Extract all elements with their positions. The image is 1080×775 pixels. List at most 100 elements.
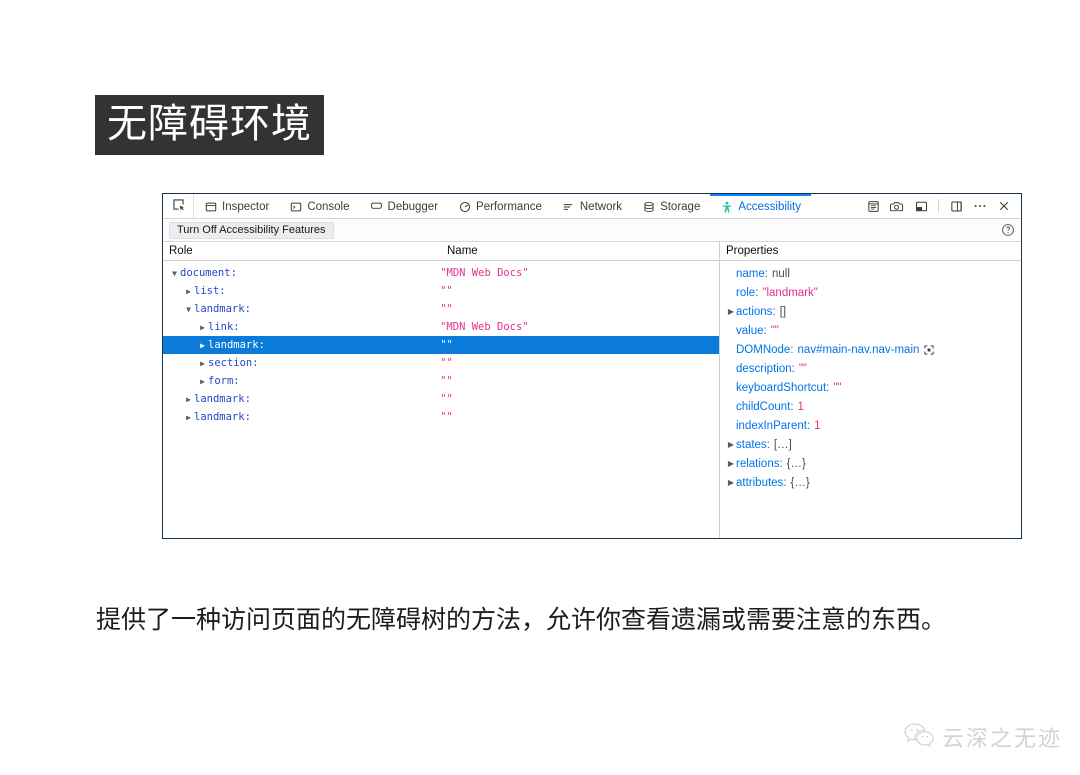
column-headers: Role Name Properties (163, 242, 1021, 261)
property-colon: : (790, 343, 794, 356)
watermark-text: 云深之无迹 (941, 726, 1062, 751)
tree-row[interactable]: ▶ landmark: "" (163, 336, 719, 354)
chevron-right-icon[interactable]: ▶ (726, 440, 736, 449)
property-colon: : (763, 324, 767, 337)
chevron-right-icon[interactable]: ▶ (183, 413, 194, 422)
column-header-name[interactable]: Name (440, 242, 719, 260)
property-key: childCount (736, 400, 791, 413)
chevron-right-icon[interactable]: ▶ (726, 459, 736, 468)
tab-debugger-label: Debugger (387, 201, 439, 213)
column-header-role[interactable]: Role (163, 242, 440, 260)
tree-row-role: landmark: (194, 393, 251, 405)
tree-row[interactable]: ▼ document: "MDN Web Docs" (163, 264, 719, 282)
property-colon: : (779, 457, 783, 470)
chevron-right-icon[interactable]: ▶ (197, 323, 208, 332)
toolbar-divider (938, 199, 939, 213)
property-colon: : (766, 438, 770, 451)
tab-storage[interactable]: Storage (632, 194, 710, 218)
tree-row[interactable]: ▶ landmark: "" (163, 408, 719, 426)
tab-performance[interactable]: Performance (448, 194, 552, 218)
property-colon: : (764, 267, 768, 280)
turn-off-accessibility-features-button[interactable]: Turn Off Accessibility Features (169, 221, 334, 239)
property-row[interactable]: DOMNode: nav#main-nav.nav-main (720, 340, 1021, 359)
properties-list[interactable]: name: null role: "landmark" ▶ actions:[] value… (720, 261, 1021, 538)
chevron-right-icon[interactable]: ▶ (726, 307, 736, 316)
tree-row-role: document: (180, 267, 237, 279)
camera-screenshot-icon[interactable] (886, 195, 908, 217)
property-value: 1 (797, 400, 804, 413)
property-key: relations (736, 457, 780, 470)
property-colon: : (806, 419, 811, 432)
property-row[interactable]: ▶ states: […] (720, 435, 1021, 454)
tab-network[interactable]: Network (552, 194, 632, 218)
tab-accessibility[interactable]: Accessibility (710, 194, 811, 218)
property-value: "" (770, 324, 779, 337)
property-value: null (771, 267, 790, 280)
tree-row-role: link: (208, 321, 240, 333)
node-target-icon[interactable] (924, 344, 935, 355)
tree-row[interactable]: ▶ list: "" (163, 282, 719, 300)
tab-console-label: Console (307, 201, 350, 213)
tree-row-name: "MDN Web Docs" (440, 267, 529, 279)
accessibility-icon (720, 201, 733, 214)
chevron-right-icon[interactable]: ▶ (197, 341, 208, 350)
chevron-right-icon[interactable]: ▶ (183, 395, 194, 404)
property-key: indexInParent (736, 419, 807, 432)
property-colon: : (755, 286, 759, 299)
tree-row-name: "" (440, 393, 453, 405)
tree-row[interactable]: ▶ section: "" (163, 354, 719, 372)
tree-row-name: "" (440, 285, 453, 297)
dock-panel-icon[interactable] (945, 195, 967, 217)
property-row[interactable]: role: "landmark" (720, 283, 1021, 302)
tab-debugger[interactable]: Debugger (360, 194, 449, 218)
accessibility-tree[interactable]: ▼ document: "MDN Web Docs" ▶ list: "" ▼ landmar… (163, 261, 720, 538)
accessibility-subtoolbar: Turn Off Accessibility Features (163, 219, 1021, 242)
tab-inspector[interactable]: Inspector (194, 194, 279, 218)
debugger-icon (370, 201, 383, 214)
tree-row[interactable]: ▶ link: "MDN Web Docs" (163, 318, 719, 336)
chevron-right-icon[interactable]: ▶ (197, 359, 208, 368)
property-value: "" (798, 362, 807, 375)
property-row[interactable]: ▶ attributes: {…} (720, 473, 1021, 492)
close-icon[interactable] (993, 195, 1015, 217)
tree-row-role: section: (208, 357, 259, 369)
tree-row-role: list: (194, 285, 226, 297)
property-key: name (736, 267, 765, 280)
property-row[interactable]: value: "" (720, 321, 1021, 340)
tab-console[interactable]: Console (279, 194, 359, 218)
property-colon: : (791, 362, 795, 375)
split-console-icon[interactable] (910, 195, 932, 217)
chevron-down-icon[interactable]: ▼ (183, 305, 194, 314)
property-row[interactable]: indexInParent:1 (720, 416, 1021, 435)
chevron-down-icon[interactable]: ▼ (169, 269, 180, 278)
property-value: […] (773, 438, 792, 451)
slide-body-text: 提供了一种访问页面的无障碍树的方法，允许你查看遗漏或需要注意的东西。 (96, 606, 947, 634)
help-circle-icon[interactable] (999, 221, 1017, 239)
tree-row-role: landmark: (194, 411, 251, 423)
meatball-menu-icon[interactable] (969, 195, 991, 217)
element-picker-button[interactable] (163, 194, 194, 218)
devtools-toolbar: Inspector Console Debugger Performance N… (163, 194, 1021, 219)
property-value: [] (779, 305, 787, 318)
column-header-properties[interactable]: Properties (719, 242, 1021, 260)
property-row[interactable]: ▶ actions:[] (720, 302, 1021, 321)
property-row[interactable]: childCount:1 (720, 397, 1021, 416)
chevron-right-icon[interactable]: ▶ (183, 287, 194, 296)
property-row[interactable]: keyboardShortcut: "" (720, 378, 1021, 397)
wechat-icon (904, 722, 934, 753)
property-row[interactable]: description: "" (720, 359, 1021, 378)
accessibility-panel-body: ▼ document: "MDN Web Docs" ▶ list: "" ▼ landmar… (163, 261, 1021, 538)
property-colon: : (826, 381, 830, 394)
property-row[interactable]: name: null (720, 264, 1021, 283)
tree-row[interactable]: ▼ landmark: "" (163, 300, 719, 318)
tree-row[interactable]: ▶ form: "" (163, 372, 719, 390)
property-row[interactable]: ▶ relations: {…} (720, 454, 1021, 473)
tree-row[interactable]: ▶ landmark: "" (163, 390, 719, 408)
tree-row-name: "MDN Web Docs" (440, 321, 529, 333)
property-value: nav#main-nav.nav-main (797, 343, 920, 356)
chevron-right-icon[interactable]: ▶ (197, 377, 208, 386)
property-key: keyboardShortcut (736, 381, 827, 394)
responsive-design-mode-icon[interactable] (862, 195, 884, 217)
performance-icon (458, 201, 471, 214)
chevron-right-icon[interactable]: ▶ (726, 478, 736, 487)
